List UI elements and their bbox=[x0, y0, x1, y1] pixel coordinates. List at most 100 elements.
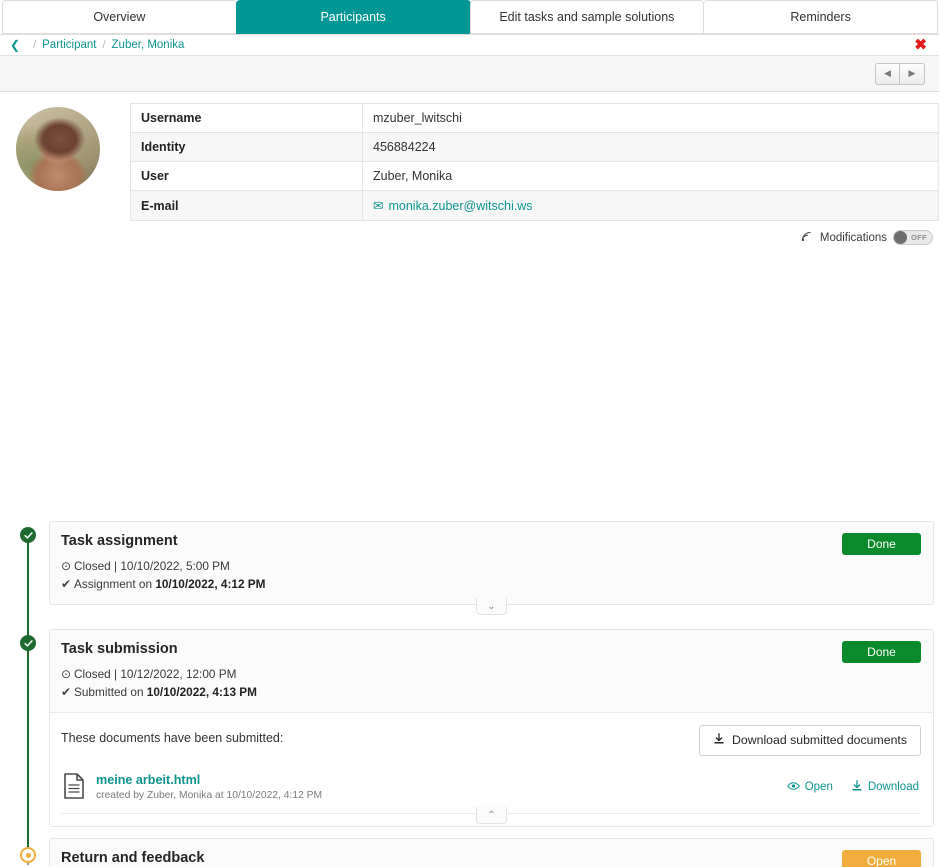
row-value: mzuber_lwitschi bbox=[363, 104, 939, 133]
toggle-card-task-assignment[interactable]: ⌄ bbox=[476, 598, 507, 615]
card-task-submission: Task submission ⊙Closed | 10/12/2022, 12… bbox=[49, 629, 934, 827]
timeline-node-task-submission bbox=[20, 635, 36, 651]
triangle-left-icon: ◀ bbox=[884, 68, 891, 79]
timeline-node-return-and-feedback bbox=[20, 847, 36, 863]
chevron-up-icon: ⌃ bbox=[487, 810, 495, 821]
pager-group: ◀ ▶ bbox=[875, 63, 925, 85]
download-icon bbox=[851, 780, 863, 795]
row-value: Zuber, Monika bbox=[363, 162, 939, 191]
main-tab-bar: Overview Participants Edit tasks and sam… bbox=[0, 0, 939, 34]
modifications-row: Modifications OFF bbox=[0, 221, 939, 253]
file-icon bbox=[63, 773, 85, 802]
modifications-toggle[interactable]: OFF bbox=[893, 230, 933, 245]
chevron-down-icon: ⌄ bbox=[487, 601, 495, 612]
tab-participants[interactable]: Participants bbox=[236, 0, 471, 34]
previous-participant-button[interactable]: ◀ bbox=[875, 63, 900, 85]
modifications-label: Modifications bbox=[820, 232, 887, 244]
document-text: meine arbeit.html created by Zuber, Moni… bbox=[96, 773, 322, 801]
check-icon bbox=[24, 531, 33, 540]
tab-label: Edit tasks and sample solutions bbox=[499, 10, 674, 24]
tab-label: Participants bbox=[320, 10, 385, 24]
eye-icon bbox=[787, 781, 800, 794]
breadcrumb-item-current[interactable]: Zuber, Monika bbox=[112, 39, 185, 51]
download-submitted-documents-label: Download submitted documents bbox=[732, 733, 907, 747]
tab-overview[interactable]: Overview bbox=[2, 0, 237, 34]
check-icon: ✔ bbox=[61, 683, 74, 701]
meta-text: Assignment on bbox=[74, 577, 155, 591]
tab-reminders[interactable]: Reminders bbox=[703, 0, 938, 34]
check-icon bbox=[24, 639, 33, 648]
card-title: Return and feedback bbox=[61, 849, 204, 867]
card-title: Task submission bbox=[61, 640, 257, 658]
download-submitted-documents-button[interactable]: Download submitted documents bbox=[699, 725, 921, 756]
row-label: Identity bbox=[131, 133, 363, 162]
breadcrumb-item-participant[interactable]: Participant bbox=[42, 39, 96, 51]
tab-edit-tasks-and-sample-solutions[interactable]: Edit tasks and sample solutions bbox=[470, 0, 705, 34]
table-row: Username mzuber_lwitschi bbox=[131, 104, 939, 133]
card-task-assignment: Task assignment ⊙Closed | 10/10/2022, 5:… bbox=[49, 521, 934, 605]
email-link[interactable]: ✉ monika.zuber@witschi.ws bbox=[373, 199, 532, 213]
card-header-left: Task assignment ⊙Closed | 10/10/2022, 5:… bbox=[61, 532, 266, 594]
card-meta: ⊙Closed | 10/10/2022, 5:00 PM ✔Assignmen… bbox=[61, 557, 266, 594]
breadcrumb-separator: / bbox=[33, 39, 36, 51]
envelope-icon: ✉ bbox=[373, 199, 383, 213]
participant-info-table: Username mzuber_lwitschi Identity 456884… bbox=[130, 103, 939, 221]
download-icon bbox=[713, 733, 725, 748]
open-label: Open bbox=[805, 781, 833, 793]
timeline-node-task-assignment bbox=[20, 527, 36, 543]
status-badge[interactable]: Open bbox=[842, 850, 921, 867]
table-row: User Zuber, Monika bbox=[131, 162, 939, 191]
card-meta: ⊙Closed | 10/12/2022, 12:00 PM ✔Submitte… bbox=[61, 665, 257, 702]
clock-icon: ⊙ bbox=[61, 557, 74, 575]
table-row: Identity 456884224 bbox=[131, 133, 939, 162]
meta-text: Closed | 10/10/2022, 5:00 PM bbox=[74, 559, 230, 573]
breadcrumb-separator: / bbox=[102, 39, 105, 51]
email-text: monika.zuber@witschi.ws bbox=[388, 199, 532, 213]
timeline-line-solid bbox=[27, 529, 29, 849]
card-header: Return and feedback Open bbox=[50, 839, 933, 867]
toggle-state-text: OFF bbox=[911, 233, 927, 242]
submitted-documents-label: These documents have been submitted: bbox=[61, 725, 283, 745]
open-document-button[interactable]: Open bbox=[787, 780, 833, 795]
participant-profile: Username mzuber_lwitschi Identity 456884… bbox=[0, 92, 939, 221]
row-label: E-mail bbox=[131, 191, 363, 221]
status-badge[interactable]: Done bbox=[842, 641, 921, 663]
meta-emphasis: 10/10/2022, 4:12 PM bbox=[155, 577, 265, 591]
avatar bbox=[16, 107, 100, 191]
next-participant-button[interactable]: ▶ bbox=[900, 63, 925, 85]
back-chevron-icon[interactable]: ❮ bbox=[10, 39, 20, 51]
card-header: Task assignment ⊙Closed | 10/10/2022, 5:… bbox=[50, 522, 933, 604]
status-badge[interactable]: Done bbox=[842, 533, 921, 555]
download-label: Download bbox=[868, 781, 919, 793]
breadcrumb: ❮ / Participant / Zuber, Monika ✖ bbox=[0, 34, 939, 56]
broadcast-icon-svg bbox=[801, 231, 812, 242]
row-value-email: ✉ monika.zuber@witschi.ws bbox=[363, 191, 939, 221]
meta-emphasis: 10/10/2022, 4:13 PM bbox=[147, 685, 257, 699]
toggle-knob bbox=[894, 231, 907, 244]
check-icon: ✔ bbox=[61, 575, 74, 593]
download-document-button[interactable]: Download bbox=[851, 780, 919, 795]
broadcast-icon bbox=[801, 231, 812, 245]
document-subtitle: created by Zuber, Monika at 10/10/2022, … bbox=[96, 790, 322, 801]
participant-pager-bar: ◀ ▶ bbox=[0, 56, 939, 92]
meta-line: ⊙Closed | 10/12/2022, 12:00 PM bbox=[61, 665, 257, 683]
card-header-left: Task submission ⊙Closed | 10/12/2022, 12… bbox=[61, 640, 257, 702]
close-icon[interactable]: ✖ bbox=[914, 38, 927, 53]
tab-label: Reminders bbox=[790, 10, 850, 24]
node-dot bbox=[26, 853, 31, 858]
card-header: Task submission ⊙Closed | 10/12/2022, 12… bbox=[50, 630, 933, 712]
card-title: Task assignment bbox=[61, 532, 266, 550]
toggle-card-task-submission[interactable]: ⌃ bbox=[476, 807, 507, 824]
triangle-right-icon: ▶ bbox=[909, 68, 916, 79]
meta-text: Submitted on bbox=[74, 685, 147, 699]
submitted-documents-header: These documents have been submitted: Dow… bbox=[61, 725, 921, 756]
clock-icon: ⊙ bbox=[61, 665, 74, 683]
table-row: E-mail ✉ monika.zuber@witschi.ws bbox=[131, 191, 939, 221]
row-label: User bbox=[131, 162, 363, 191]
document-name-link[interactable]: meine arbeit.html bbox=[96, 773, 322, 787]
meta-line: ✔Submitted on 10/10/2022, 4:13 PM bbox=[61, 683, 257, 701]
row-label: Username bbox=[131, 104, 363, 133]
row-value: 456884224 bbox=[363, 133, 939, 162]
meta-line: ✔Assignment on 10/10/2022, 4:12 PM bbox=[61, 575, 266, 593]
meta-text: Closed | 10/12/2022, 12:00 PM bbox=[74, 667, 236, 681]
